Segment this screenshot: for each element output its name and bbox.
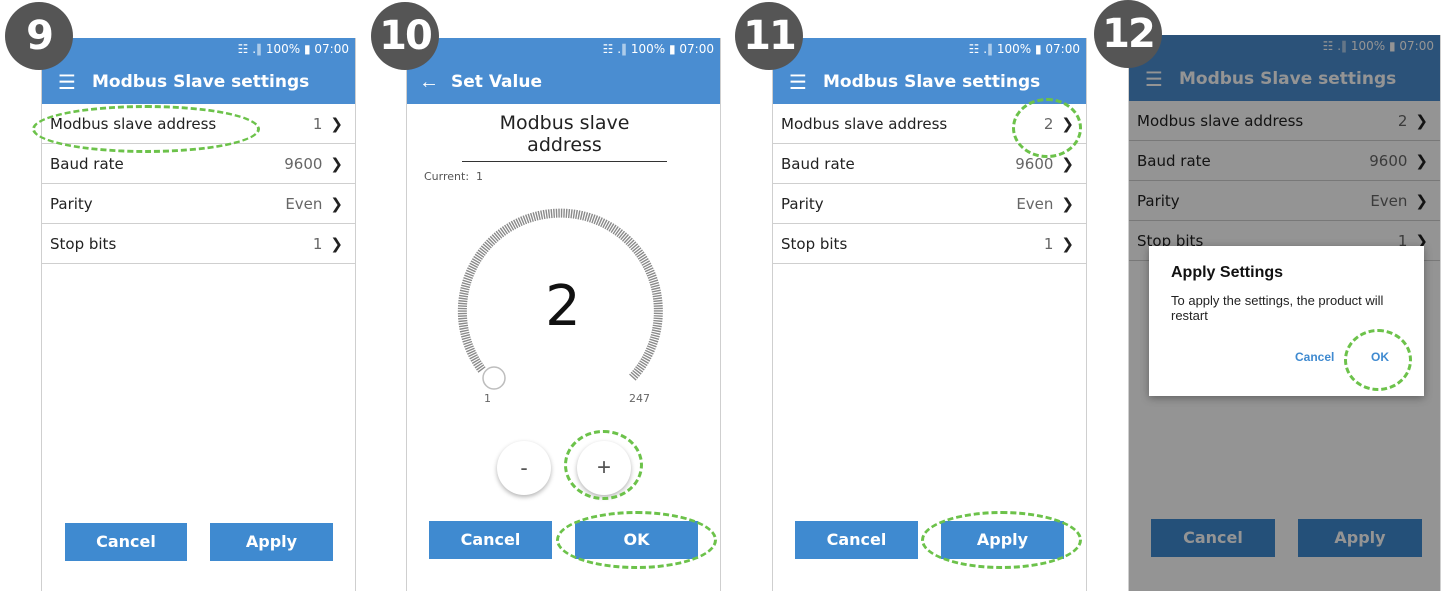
hamburger-icon[interactable]: ☰ <box>773 70 823 95</box>
dial-value: 2 <box>545 274 581 339</box>
setting-row-stop-bits[interactable]: Stop bits 1 ❯ <box>773 224 1086 264</box>
setting-row-parity[interactable]: Parity Even ❯ <box>42 184 355 224</box>
setting-row-stop-bits[interactable]: Stop bits 1 ❯ <box>42 224 355 264</box>
dial-handle[interactable] <box>482 366 506 390</box>
setting-label: Parity <box>50 194 93 213</box>
page-title: Modbus Slave settings <box>92 72 310 92</box>
chevron-right-icon: ❯ <box>330 194 343 213</box>
phone-screen-10: ☷ .∥ 100% ▮ 07:00 ← Set Value Modbus sla… <box>406 38 721 591</box>
hamburger-icon[interactable]: ☰ <box>42 70 92 95</box>
status-bar: ☷ .∥ 100% ▮ 07:00 <box>773 38 1086 60</box>
dial-min-label: 1 <box>484 392 491 405</box>
setting-value: 1 <box>1043 234 1054 253</box>
cancel-button[interactable]: Cancel <box>65 523 187 561</box>
setting-label: Parity <box>781 194 824 213</box>
app-bar: ☰ Modbus Slave settings <box>773 60 1086 104</box>
setting-label: Stop bits <box>50 234 117 253</box>
chevron-right-icon: ❯ <box>1061 194 1074 213</box>
step-number-badge: 9 <box>5 2 73 70</box>
dial-max-label: 247 <box>629 392 650 405</box>
highlight-ring <box>1012 98 1082 158</box>
setting-label: Modbus slave address <box>781 114 948 133</box>
highlight-ring <box>556 511 717 569</box>
step-number-badge: 11 <box>735 2 803 70</box>
app-bar: ← Set Value <box>407 60 720 104</box>
highlight-ring <box>921 511 1082 569</box>
setting-value: 1 <box>312 234 323 253</box>
decrement-button[interactable]: - <box>497 441 551 495</box>
status-bar: ☷ .∥ 100% ▮ 07:00 <box>407 38 720 60</box>
setting-label: Stop bits <box>781 234 848 253</box>
chevron-right-icon: ❯ <box>1061 234 1074 253</box>
setting-label: Baud rate <box>50 154 124 173</box>
phone-screen-12: ☷ .∥ 100% ▮ 07:00 ☰ Modbus Slave setting… <box>1128 35 1441 591</box>
page-title: Modbus Slave settings <box>823 72 1041 92</box>
app-bar: ☰ Modbus Slave settings <box>42 60 355 104</box>
value-heading: Modbus slave address <box>462 112 667 162</box>
cancel-button[interactable]: Cancel <box>795 521 918 559</box>
highlight-ring <box>1344 329 1412 391</box>
setting-value: Even <box>285 194 323 213</box>
dialog-cancel-button[interactable]: Cancel <box>1295 350 1334 364</box>
step-number-badge: 10 <box>371 2 439 70</box>
dialog-message: To apply the settings, the product will … <box>1171 293 1384 323</box>
setting-row-parity[interactable]: Parity Even ❯ <box>773 184 1086 224</box>
setting-label: Baud rate <box>781 154 855 173</box>
step-number-badge: 12 <box>1094 0 1162 68</box>
setting-value: 1 <box>312 114 323 133</box>
chevron-right-icon: ❯ <box>330 154 343 173</box>
chevron-right-icon: ❯ <box>1061 154 1074 173</box>
status-bar: ☷ .∥ 100% ▮ 07:00 <box>42 38 355 60</box>
page-title: Set Value <box>451 72 542 92</box>
setting-value: Even <box>1016 194 1054 213</box>
chevron-right-icon: ❯ <box>330 234 343 253</box>
back-arrow-icon[interactable]: ← <box>407 71 451 94</box>
current-value-label: Current: 1 <box>424 170 484 183</box>
apply-button[interactable]: Apply <box>210 523 333 561</box>
dialog-title: Apply Settings <box>1171 264 1284 281</box>
cancel-button[interactable]: Cancel <box>429 521 552 559</box>
highlight-ring <box>564 430 643 500</box>
chevron-right-icon: ❯ <box>330 114 343 133</box>
setting-value: 9600 <box>284 154 323 173</box>
highlight-ring <box>32 105 260 153</box>
